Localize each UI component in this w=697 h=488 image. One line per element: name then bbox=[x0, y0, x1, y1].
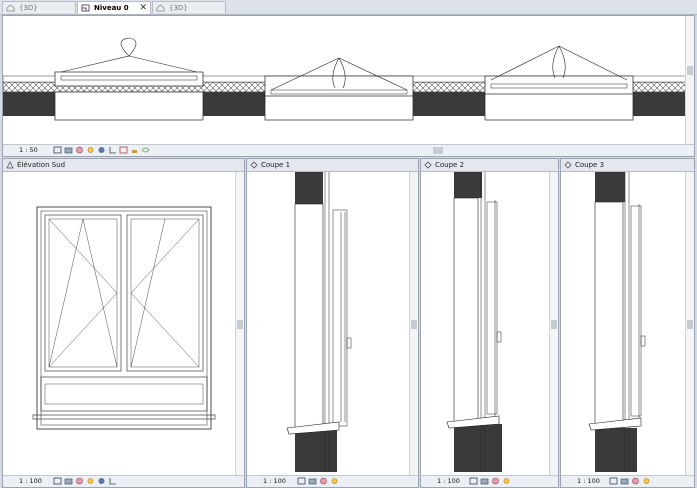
view-title: Coupe 3 bbox=[575, 161, 605, 169]
tab-3d-1[interactable]: {3D} bbox=[2, 1, 76, 13]
elevation-drawing[interactable] bbox=[3, 172, 237, 472]
view-title: Coupe 1 bbox=[261, 161, 291, 169]
sheet-icon[interactable] bbox=[469, 477, 478, 485]
sun-path-icon[interactable] bbox=[330, 477, 339, 485]
visual-style-icon[interactable] bbox=[631, 477, 640, 485]
view-title-bar: Élévation Sud bbox=[3, 159, 244, 172]
elevation-view[interactable]: Élévation Sud 1 : 100 bbox=[2, 158, 245, 488]
view-control-icons bbox=[609, 477, 651, 485]
tab-3d-2[interactable]: {3D} bbox=[152, 1, 226, 13]
view-scale[interactable]: 1 : 100 bbox=[263, 477, 286, 485]
sheet-icon[interactable] bbox=[609, 477, 618, 485]
temporary-hide-icon[interactable] bbox=[141, 146, 150, 154]
detail-level-icon[interactable] bbox=[64, 477, 73, 485]
horizontal-scroll-thumb[interactable] bbox=[433, 147, 443, 154]
sun-path-icon[interactable] bbox=[86, 477, 95, 485]
lock-3d-icon[interactable] bbox=[130, 146, 139, 154]
coupe-3-vertical-scrollbar[interactable] bbox=[685, 172, 694, 477]
crop-icon[interactable] bbox=[108, 477, 117, 485]
visual-style-icon[interactable] bbox=[491, 477, 500, 485]
view-control-bar: 1 : 100 bbox=[3, 475, 244, 487]
coupe-2-vertical-scrollbar[interactable] bbox=[549, 172, 558, 477]
home-3d-icon bbox=[156, 4, 165, 12]
view-control-icons bbox=[53, 477, 117, 485]
floor-plan-icon bbox=[81, 4, 90, 12]
scroll-thumb[interactable] bbox=[687, 66, 693, 75]
elevation-icon bbox=[6, 161, 14, 169]
section-view-coupe-1[interactable]: Coupe 1 1 : 100 bbox=[246, 158, 419, 488]
elevation-vertical-scrollbar[interactable] bbox=[235, 172, 244, 477]
view-title: Élévation Sud bbox=[17, 161, 66, 169]
section-view-coupe-2[interactable]: Coupe 2 1 : 100 bbox=[420, 158, 559, 488]
tab-niveau-0[interactable]: Niveau 0 ✕ bbox=[77, 1, 151, 14]
section-drawing[interactable] bbox=[247, 172, 411, 472]
close-icon[interactable]: ✕ bbox=[139, 2, 147, 14]
show-crop-icon[interactable] bbox=[119, 146, 128, 154]
detail-level-icon[interactable] bbox=[308, 477, 317, 485]
sun-path-icon[interactable] bbox=[502, 477, 511, 485]
crop-icon[interactable] bbox=[108, 146, 117, 154]
section-view-coupe-3[interactable]: Coupe 3 1 : 100 bbox=[560, 158, 695, 488]
view-scale[interactable]: 1 : 100 bbox=[437, 477, 460, 485]
scroll-thumb[interactable] bbox=[551, 320, 557, 329]
view-scale[interactable]: 1 : 100 bbox=[577, 477, 600, 485]
tab-label: Niveau 0 bbox=[94, 4, 129, 12]
shadows-icon[interactable] bbox=[97, 477, 106, 485]
view-tab-bar: {3D} Niveau 0 ✕ {3D} bbox=[0, 0, 697, 15]
visual-style-icon[interactable] bbox=[75, 146, 84, 154]
visual-style-icon[interactable] bbox=[75, 477, 84, 485]
detail-level-icon[interactable] bbox=[480, 477, 489, 485]
section-icon bbox=[564, 161, 572, 169]
sun-path-icon[interactable] bbox=[642, 477, 651, 485]
sheet-icon[interactable] bbox=[53, 146, 62, 154]
section-drawing[interactable] bbox=[561, 172, 687, 472]
section-icon bbox=[250, 161, 258, 169]
shadows-icon[interactable] bbox=[97, 146, 106, 154]
view-control-bar: 1 : 100 bbox=[561, 475, 694, 487]
visual-style-icon[interactable] bbox=[319, 477, 328, 485]
tab-label: {3D} bbox=[19, 4, 38, 12]
view-title-bar: Coupe 1 bbox=[247, 159, 418, 172]
coupe-1-vertical-scrollbar[interactable] bbox=[409, 172, 418, 477]
view-control-icons bbox=[469, 477, 511, 485]
view-control-bar: 1 : 50 bbox=[3, 144, 694, 156]
plan-drawing[interactable] bbox=[3, 16, 687, 144]
view-scale[interactable]: 1 : 50 bbox=[19, 146, 38, 154]
section-icon bbox=[424, 161, 432, 169]
view-control-icons bbox=[297, 477, 339, 485]
sheet-icon[interactable] bbox=[297, 477, 306, 485]
view-title-bar: Coupe 3 bbox=[561, 159, 694, 172]
view-title: Coupe 2 bbox=[435, 161, 465, 169]
view-control-icons bbox=[53, 146, 150, 154]
detail-level-icon[interactable] bbox=[64, 146, 73, 154]
plan-vertical-scrollbar[interactable] bbox=[685, 16, 694, 146]
view-scale[interactable]: 1 : 100 bbox=[19, 477, 42, 485]
home-3d-icon bbox=[6, 4, 15, 12]
plan-view[interactable]: 1 : 50 bbox=[2, 15, 695, 157]
sun-path-icon[interactable] bbox=[86, 146, 95, 154]
detail-level-icon[interactable] bbox=[620, 477, 629, 485]
section-drawing[interactable] bbox=[421, 172, 551, 472]
view-title-bar: Coupe 2 bbox=[421, 159, 558, 172]
scroll-thumb[interactable] bbox=[237, 320, 243, 329]
scroll-thumb[interactable] bbox=[411, 320, 417, 329]
tab-label: {3D} bbox=[169, 4, 188, 12]
sheet-icon[interactable] bbox=[53, 477, 62, 485]
view-control-bar: 1 : 100 bbox=[421, 475, 558, 487]
scroll-thumb[interactable] bbox=[687, 320, 693, 329]
view-control-bar: 1 : 100 bbox=[247, 475, 418, 487]
